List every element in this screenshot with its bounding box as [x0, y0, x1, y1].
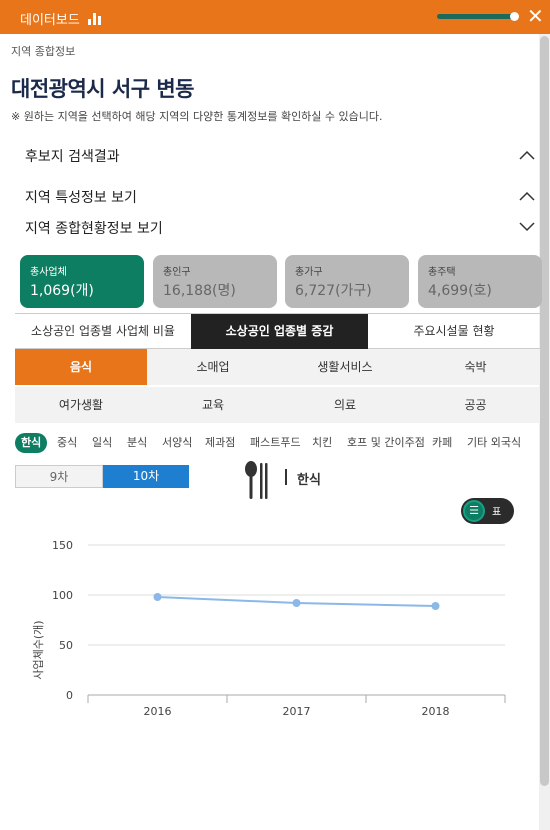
- feature-section-toggle[interactable]: 지역 특성정보 보기: [25, 187, 137, 207]
- category-education[interactable]: 교육: [147, 387, 279, 423]
- tab-bar: 소상공인 업종별 사업체 비율 소상공인 업종별 증감 주요시설물 현황: [15, 313, 540, 349]
- slider-handle[interactable]: [510, 12, 519, 21]
- data-point: [431, 602, 440, 610]
- opacity-slider[interactable]: [437, 12, 519, 21]
- y-tick-label: 100: [52, 589, 73, 602]
- stat-label: 총주택: [428, 267, 456, 278]
- tab-business-change[interactable]: 소상공인 업종별 증감: [191, 314, 368, 349]
- y-axis-label: 사업체수(개): [32, 620, 45, 679]
- table-view-label[interactable]: 표: [492, 503, 501, 518]
- y-tick-label: 150: [52, 539, 73, 552]
- x-tick-label: 2016: [144, 705, 172, 718]
- y-tick-label: 0: [66, 689, 73, 702]
- stat-label: 총사업체: [30, 267, 67, 278]
- subcategory-pub[interactable]: 호프 및 간이주점: [347, 433, 425, 453]
- subcategory-japanese[interactable]: 일식: [92, 433, 112, 453]
- chevron-up-icon[interactable]: [519, 150, 535, 160]
- bar-chart-icon[interactable]: [88, 11, 104, 25]
- tab-facilities[interactable]: 주요시설물 현황: [368, 314, 540, 349]
- tab-business-ratio[interactable]: 소상공인 업종별 사업체 비율: [15, 314, 191, 349]
- stat-value: 16,188(명): [163, 283, 236, 299]
- chart-table-toggle[interactable]: ☰ 표: [461, 498, 514, 524]
- stat-value: 6,727(가구): [295, 283, 372, 299]
- spoon-fork-icon: [245, 461, 268, 499]
- subcategory-snack[interactable]: 분식: [127, 433, 147, 453]
- category-living-service[interactable]: 생활서비스: [279, 349, 411, 385]
- category-medical[interactable]: 의료: [279, 387, 411, 423]
- data-point: [153, 593, 162, 601]
- stat-value: 4,699(호): [428, 283, 492, 299]
- summary-section-toggle[interactable]: 지역 종합현황정보 보기: [25, 218, 163, 238]
- category-lodging[interactable]: 숙박: [411, 349, 540, 385]
- data-point: [292, 599, 301, 607]
- stat-label: 총가구: [295, 267, 323, 278]
- category-retail[interactable]: 소매업: [147, 349, 279, 385]
- x-tick-label: 2018: [422, 705, 450, 718]
- stat-card-housing[interactable]: 총주택 4,699(호): [418, 255, 542, 308]
- category-food[interactable]: 음식: [15, 349, 147, 385]
- subcategory-chinese[interactable]: 중식: [57, 433, 77, 453]
- candidate-section-toggle[interactable]: 후보지 검색결과: [25, 146, 120, 166]
- subcategory-fastfood[interactable]: 패스트푸드: [250, 433, 301, 453]
- stat-card-households[interactable]: 총가구 6,727(가구): [285, 255, 409, 308]
- chevron-up-icon[interactable]: [519, 191, 535, 201]
- chart-view-icon[interactable]: ☰: [463, 500, 485, 522]
- selected-category-label: 한식: [297, 473, 321, 488]
- category-public[interactable]: 공공: [411, 387, 540, 423]
- chevron-down-icon[interactable]: [519, 222, 535, 232]
- subcategory-bakery[interactable]: 제과점: [205, 433, 235, 453]
- stat-card-population[interactable]: 총인구 16,188(명): [153, 255, 277, 308]
- category-leisure[interactable]: 여가생활: [15, 387, 147, 423]
- page-title: 대전광역시 서구 변동: [11, 77, 195, 101]
- app-title: 데이터보드: [20, 13, 80, 28]
- close-icon[interactable]: ✕: [527, 6, 545, 26]
- stat-card-businesses[interactable]: 총사업체 1,069(개): [20, 255, 144, 308]
- round-10-button[interactable]: 10차: [103, 465, 189, 488]
- breadcrumb: 지역 종합정보: [11, 45, 76, 58]
- subcategory-western[interactable]: 서양식: [162, 433, 192, 453]
- stat-value: 1,069(개): [30, 283, 94, 299]
- stat-label: 총인구: [163, 267, 191, 278]
- subcategory-other-foreign[interactable]: 기타 외국식: [467, 433, 521, 453]
- slider-track[interactable]: [437, 14, 515, 19]
- subcategory-cafe[interactable]: 카페: [432, 433, 452, 453]
- top-bar: 데이터보드 ✕: [0, 0, 550, 34]
- subcategory-korean[interactable]: 한식: [15, 433, 48, 453]
- scrollbar[interactable]: [539, 34, 550, 830]
- scrollbar-thumb[interactable]: [540, 36, 549, 786]
- x-tick-label: 2017: [283, 705, 311, 718]
- label-divider: [285, 469, 287, 485]
- help-note: ※ 원하는 지역을 선택하여 해당 지역의 다양한 통계정보를 확인하실 수 있…: [11, 110, 383, 123]
- y-tick-label: 50: [59, 639, 73, 652]
- business-count-chart: 0 50 100 150 2016 2017 2018 사업체수(개): [32, 539, 506, 718]
- round-9-button[interactable]: 9차: [15, 465, 103, 488]
- subcategory-chicken[interactable]: 치킨: [312, 433, 332, 453]
